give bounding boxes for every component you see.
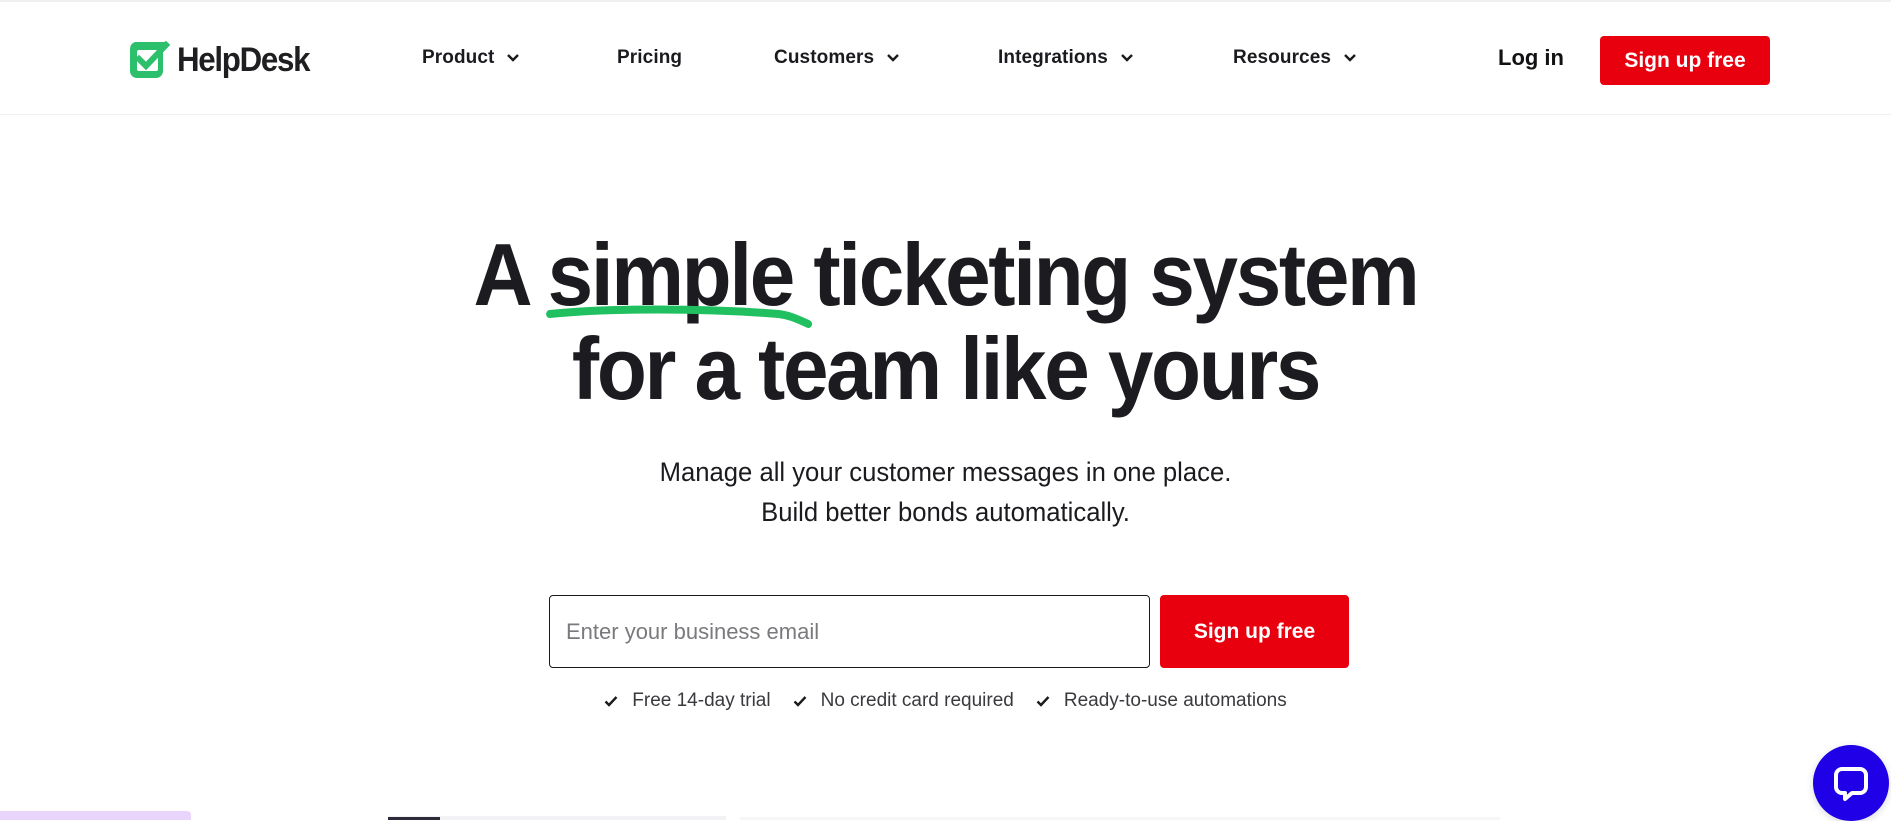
chevron-down-icon — [507, 54, 520, 62]
hero-subtitle-line-1: Manage all your customer messages in one… — [659, 457, 1232, 487]
feature-item: No credit card required — [793, 690, 1014, 712]
nav-label: Integrations — [998, 47, 1108, 68]
nav-integrations[interactable]: Integrations — [998, 47, 1134, 69]
check-icon — [1036, 696, 1050, 707]
feature-item: Ready-to-use automations — [1036, 690, 1287, 712]
site-header: HelpDesk Product Pricing Customers Integ… — [0, 2, 1891, 115]
header-signup-button[interactable]: Sign up free — [1600, 36, 1770, 85]
chat-bubble-icon — [1834, 767, 1868, 801]
purple-card-edge — [0, 811, 191, 820]
hero-title: A simple ticketing system for a team lik… — [0, 228, 1891, 416]
hero-subtitle-line-2: Build better bonds automatically. — [761, 497, 1130, 527]
product-preview-edge — [388, 816, 726, 820]
hero-title-post: ticketing system — [792, 225, 1419, 324]
nav-customers[interactable]: Customers — [774, 47, 900, 69]
check-icon — [604, 696, 618, 707]
hero-title-line-1: A simple ticketing system — [66, 225, 1825, 328]
nav-resources[interactable]: Resources — [1233, 47, 1357, 69]
chevron-down-icon — [1121, 54, 1133, 62]
feature-label: Free 14-day trial — [632, 690, 771, 711]
nav-label: Customers — [774, 47, 875, 68]
chevron-down-icon — [1344, 54, 1356, 62]
hero-title-pre: A — [473, 225, 548, 324]
chat-widget-button[interactable] — [1813, 745, 1889, 821]
feature-item: Free 14-day trial — [604, 690, 771, 712]
feature-label: Ready-to-use automations — [1063, 690, 1287, 711]
chevron-down-icon — [887, 54, 900, 62]
nav-label: Pricing — [617, 47, 683, 68]
checkmark-box-icon — [129, 40, 171, 78]
hero-subtitle: Manage all your customer messages in one… — [0, 452, 1891, 532]
hero-signup-button[interactable]: Sign up free — [1160, 595, 1349, 668]
hero-title-highlight-wrap: simple — [545, 225, 812, 328]
feature-list: Free 14-day trial No credit card require… — [0, 690, 1891, 712]
nav-label: Resources — [1233, 47, 1332, 68]
login-link[interactable]: Log in — [1498, 45, 1564, 71]
hero-title-line-2: for a team like yours — [571, 319, 1321, 418]
feature-label: No credit card required — [820, 690, 1014, 711]
nav-label: Product — [422, 47, 495, 68]
logo-text: HelpDesk — [177, 40, 311, 79]
email-input[interactable] — [549, 595, 1150, 668]
nav-pricing[interactable]: Pricing — [617, 47, 682, 69]
check-icon — [793, 696, 806, 707]
hero-title-highlight: simple — [547, 225, 796, 324]
logo[interactable]: HelpDesk — [129, 40, 321, 80]
nav-product[interactable]: Product — [422, 47, 520, 69]
